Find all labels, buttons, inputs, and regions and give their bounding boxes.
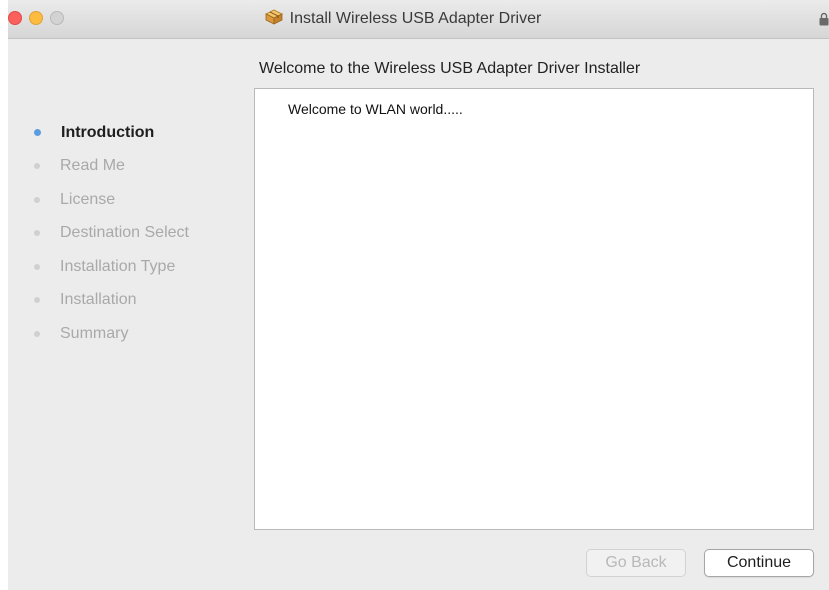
step-label: Summary	[60, 324, 129, 342]
step-dot-icon	[34, 163, 40, 170]
active-step-dot-icon	[34, 129, 41, 137]
installer-window: Install Wireless USB Adapter Driver Welc…	[8, 0, 829, 590]
step-dot-icon	[34, 263, 40, 270]
step-destination-select: Destination Select	[34, 217, 189, 251]
step-label: License	[60, 190, 116, 208]
step-label: Read Me	[60, 157, 125, 175]
step-dot-icon	[34, 330, 40, 337]
step-label: Destination Select	[60, 224, 189, 242]
go-back-button[interactable]: Go Back	[586, 549, 686, 577]
installer-steps-sidebar: Introduction Read Me License Destination…	[34, 116, 189, 351]
welcome-message: Welcome to WLAN world.....	[288, 101, 463, 117]
step-summary: Summary	[34, 317, 189, 351]
lock-icon	[819, 12, 829, 26]
zoom-window-button[interactable]	[50, 11, 64, 25]
step-label: Introduction	[61, 123, 155, 141]
title-bar[interactable]: Install Wireless USB Adapter Driver	[8, 0, 829, 39]
window-title: Install Wireless USB Adapter Driver	[289, 10, 542, 27]
page-heading: Welcome to the Wireless USB Adapter Driv…	[259, 60, 641, 77]
step-dot-icon	[34, 297, 40, 304]
minimize-window-button[interactable]	[29, 11, 43, 25]
package-icon	[264, 9, 284, 30]
step-installation-type: Installation Type	[34, 250, 189, 284]
window-title-group: Install Wireless USB Adapter Driver	[8, 0, 829, 38]
step-label: Installation Type	[60, 257, 176, 275]
content-pane[interactable]: Welcome to WLAN world.....	[254, 88, 814, 530]
close-window-button[interactable]	[8, 11, 22, 25]
step-label: Installation	[60, 291, 137, 309]
step-introduction: Introduction	[34, 116, 189, 150]
step-license: License	[34, 183, 189, 217]
step-read-me: Read Me	[34, 150, 189, 184]
step-installation: Installation	[34, 284, 189, 318]
step-dot-icon	[34, 230, 40, 237]
step-dot-icon	[34, 196, 40, 203]
continue-button[interactable]: Continue	[704, 549, 814, 577]
